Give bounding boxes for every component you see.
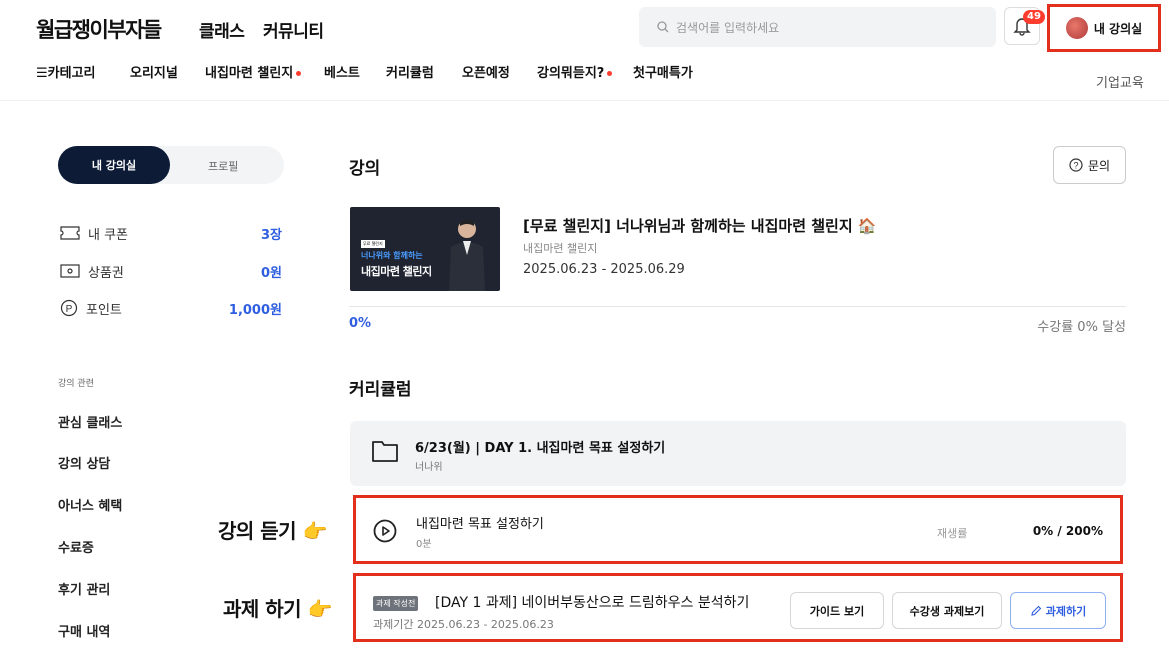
header-divider — [0, 100, 1169, 101]
chapter-header[interactable]: 6/23(월) | DAY 1. 내집마련 목표 설정하기 너나위 — [350, 421, 1126, 486]
stat-label: 내 쿠폰 — [88, 227, 129, 243]
play-rate-value: 0% / 200% — [1032, 524, 1103, 538]
svg-text:?: ? — [1073, 161, 1078, 171]
cat-item-recommend[interactable]: 강의뭐듣지? — [537, 62, 613, 81]
instructor-photo — [449, 219, 485, 291]
progress-text: 수강률 0% 달성 — [1037, 320, 1126, 335]
stat-point[interactable]: P 포인트 1,000원 — [60, 298, 282, 318]
thumb-line1: 너나위와 함께하는 — [361, 251, 423, 260]
task-period: 과제기간 2025.06.23 - 2025.06.23 — [373, 618, 554, 631]
pencil-icon — [1031, 605, 1042, 616]
help-icon: ? — [1069, 158, 1083, 172]
avatar — [1065, 17, 1088, 39]
search-input[interactable]: 검색어를 입력하세요 — [639, 7, 996, 47]
stat-label: 포인트 — [86, 302, 122, 318]
gift-card-icon — [60, 264, 80, 278]
sidebar-item-purchases[interactable]: 구매 내역 — [58, 621, 110, 640]
task-row: 과제 작성전 [DAY 1 과제] 네이버부동산으로 드림하우스 분석하기 과제… — [353, 573, 1123, 642]
stat-gift-card[interactable]: 상품권 0원 — [60, 261, 282, 281]
nav-community[interactable]: 커뮤니티 — [263, 17, 324, 42]
point-icon: P — [60, 299, 78, 317]
curriculum-heading: 커리큘럼 — [349, 380, 412, 400]
stat-label: 상품권 — [88, 265, 124, 281]
cat-item-challenge[interactable]: 내집마련 챌린지 — [205, 62, 302, 81]
sidebar-item-favorites[interactable]: 관심 클래스 — [58, 412, 122, 431]
nav-class[interactable]: 클래스 — [199, 17, 245, 42]
search-placeholder: 검색어를 입력하세요 — [676, 20, 780, 35]
do-task-button[interactable]: 과제하기 — [1010, 592, 1106, 629]
stat-value: 0원 — [260, 265, 282, 281]
notification-button[interactable]: 49 — [1004, 7, 1045, 45]
thumb-tag: 무료 챌린지 — [361, 240, 385, 248]
annotation-listen: 강의 듣기 👉 — [218, 519, 327, 543]
course-dates: 2025.06.23 - 2025.06.29 — [523, 262, 685, 277]
new-dot — [607, 71, 613, 76]
notification-badge: 49 — [1023, 10, 1045, 24]
lesson-row[interactable]: 내집마련 목표 설정하기 0분 재생률 0% / 200% — [353, 495, 1123, 564]
stat-value: 1,000원 — [228, 302, 282, 318]
lesson-title: 내집마련 목표 설정하기 — [416, 517, 544, 532]
play-rate-label: 재생률 — [937, 527, 968, 540]
play-icon[interactable] — [373, 519, 397, 543]
sidebar-item-honors[interactable]: 아너스 혜택 — [58, 495, 122, 514]
task-status-badge: 과제 작성전 — [373, 596, 419, 611]
chapter-author: 너나위 — [415, 462, 443, 473]
header: 월급쟁이부자들 클래스 커뮤니티 검색어를 입력하세요 49 내 강의실 ☰카테… — [0, 0, 1169, 100]
sidebar-section-label: 강의 관련 — [58, 379, 94, 389]
site-logo[interactable]: 월급쟁이부자들 — [36, 14, 162, 44]
guide-button[interactable]: 가이드 보기 — [790, 592, 884, 629]
cat-item-upcoming[interactable]: 오픈예정 — [462, 62, 510, 81]
folder-icon — [372, 441, 398, 462]
task-title: [DAY 1 과제] 네이버부동산으로 드림하우스 분석하기 — [435, 595, 750, 611]
lecture-heading: 강의 — [349, 159, 381, 179]
sidebar-item-consult[interactable]: 강의 상담 — [58, 453, 110, 472]
search-icon — [657, 21, 669, 33]
do-task-label: 과제하기 — [1045, 604, 1087, 618]
svg-text:P: P — [66, 304, 73, 315]
new-dot — [296, 71, 302, 76]
tab-my-classroom[interactable]: 내 강의실 — [58, 146, 170, 184]
stat-coupon[interactable]: 내 쿠폰 3장 — [60, 223, 282, 243]
coupon-icon — [60, 226, 80, 240]
thumb-line2: 내집마련 챌린지 — [361, 265, 432, 278]
inquiry-button[interactable]: ? 문의 — [1053, 146, 1126, 184]
progress-percent: 0% — [349, 316, 372, 331]
category-nav: ☰카테고리 오리지널 내집마련 챌린지 베스트 커리큘럼 오픈예정 강의뭐듣지?… — [0, 62, 1169, 84]
tab-profile[interactable]: 프로필 — [208, 158, 238, 174]
stat-value: 3장 — [260, 227, 282, 243]
cat-item-category[interactable]: ☰카테고리 — [36, 62, 96, 81]
lesson-duration: 0분 — [416, 539, 432, 550]
course-thumbnail[interactable]: 무료 챌린지 너나위와 함께하는 내집마련 챌린지 — [350, 207, 500, 291]
inquiry-label: 문의 — [1087, 158, 1111, 173]
sidebar-tabs: 내 강의실 프로필 — [58, 146, 284, 184]
cat-item-first-purchase[interactable]: 첫구매특가 — [633, 62, 693, 81]
corporate-education-link[interactable]: 기업교육 — [1096, 72, 1144, 91]
my-classroom-button[interactable]: 내 강의실 — [1047, 4, 1161, 52]
chapter-title: 6/23(월) | DAY 1. 내집마련 목표 설정하기 — [415, 441, 666, 456]
course-title[interactable]: [무료 챌린지] 너나위님과 함께하는 내집마련 챌린지 🏠 — [523, 215, 877, 236]
annotation-task: 과제 하기 👉 — [223, 597, 332, 621]
sidebar-item-reviews[interactable]: 후기 관리 — [58, 579, 110, 598]
cat-item-original[interactable]: 오리지널 — [130, 62, 178, 81]
view-peer-tasks-button[interactable]: 수강생 과제보기 — [892, 592, 1002, 629]
course-subtitle: 내집마련 챌린지 — [523, 242, 598, 255]
progress-bar — [349, 306, 1126, 307]
sidebar-item-certificate[interactable]: 수료증 — [58, 537, 94, 556]
my-classroom-label: 내 강의실 — [1093, 21, 1143, 36]
cat-item-curriculum[interactable]: 커리큘럼 — [386, 62, 434, 81]
cat-item-best[interactable]: 베스트 — [324, 62, 360, 81]
